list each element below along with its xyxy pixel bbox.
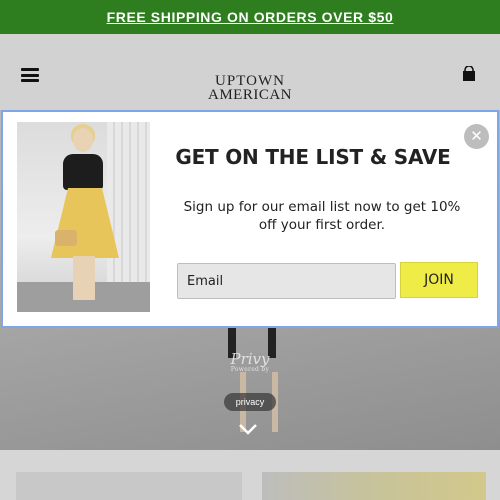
image-model-head <box>73 128 93 152</box>
logo-line-1: UPTOWN <box>215 73 285 89</box>
site-logo[interactable]: UPTOWN AMERICAN <box>195 73 305 103</box>
join-button[interactable]: JOIN <box>400 262 478 298</box>
email-field[interactable] <box>177 263 396 299</box>
privacy-link[interactable]: privacy <box>224 393 276 411</box>
popup-title: GET ON THE LIST & SAVE <box>175 145 451 169</box>
privy-logo[interactable]: Privy Powered by <box>222 350 278 380</box>
email-signup-popup: ✕ GET ON THE LIST & SAVE Sign up for our… <box>1 110 499 328</box>
shopping-bag-icon[interactable] <box>461 66 477 82</box>
chevron-down-icon[interactable] <box>238 423 258 435</box>
popup-model-image <box>17 122 150 312</box>
product-thumbnail[interactable] <box>262 472 486 500</box>
popup-description: Sign up for our email list now to get 10… <box>183 199 461 233</box>
product-grid-preview <box>0 450 500 500</box>
image-model-top <box>63 154 103 190</box>
site-header: UPTOWN AMERICAN <box>0 34 500 110</box>
free-shipping-banner[interactable]: FREE SHIPPING ON ORDERS OVER $50 <box>0 0 500 34</box>
logo-line-2: AMERICAN <box>207 87 292 103</box>
product-thumbnail[interactable] <box>16 472 242 500</box>
hamburger-menu-icon[interactable] <box>21 68 39 82</box>
close-icon[interactable]: ✕ <box>464 124 489 149</box>
image-model-basket <box>55 230 77 246</box>
image-model-legs <box>73 256 95 300</box>
